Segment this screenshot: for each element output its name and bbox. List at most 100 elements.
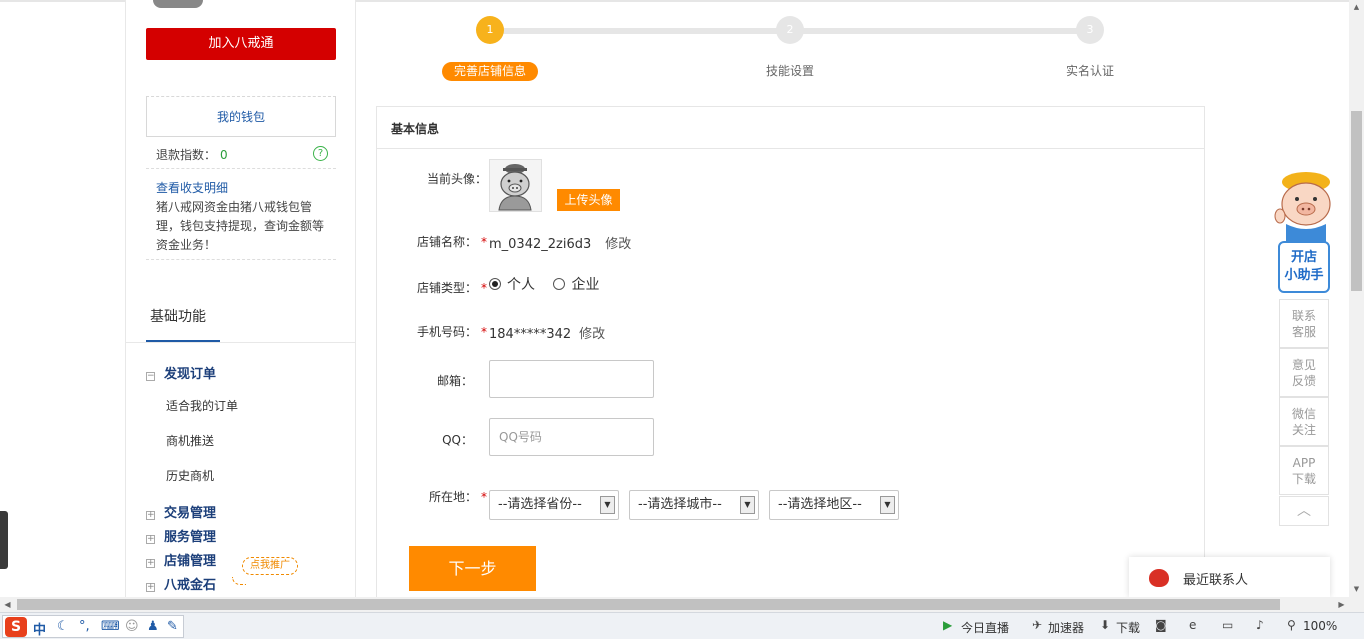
accelerator-icon[interactable]: ✈	[1032, 618, 1042, 632]
shop-assistant-button[interactable]: 开店 小助手	[1278, 241, 1330, 293]
contact-avatar-icon	[1149, 569, 1169, 587]
zoom-icon[interactable]: ⚲	[1287, 618, 1296, 632]
vertical-scrollbar[interactable]: ▲ ▼	[1349, 0, 1364, 597]
menu-group-discover-orders[interactable]: − 发现订单	[146, 363, 216, 382]
next-step-button[interactable]: 下一步	[409, 546, 536, 591]
refund-index-value: 0	[220, 148, 228, 162]
volume-icon[interactable]: ♪	[1256, 618, 1264, 632]
collapse-icon[interactable]: −	[146, 372, 155, 381]
wallet-description: 猪八戒网资金由猪八戒钱包管理，钱包支持提现，查询金额等资金业务！	[156, 200, 325, 252]
today-live-link[interactable]: 今日直播	[961, 619, 1009, 636]
accelerator-link[interactable]: 加速器	[1048, 619, 1084, 636]
step-1-label: 完善店铺信息	[442, 62, 538, 81]
vertical-scroll-thumb[interactable]	[1351, 111, 1362, 291]
menu-group-service-management[interactable]: + 服务管理	[146, 526, 216, 545]
customer-service-tab[interactable]: 联系 客服	[1279, 299, 1329, 348]
help-icon[interactable]: ?	[313, 146, 328, 161]
divider	[146, 259, 336, 260]
recent-contacts-label: 最近联系人	[1183, 573, 1249, 588]
divider	[126, 342, 355, 343]
phone-row: 184*****342 修改	[489, 323, 605, 342]
radio-checked-icon	[489, 278, 501, 290]
district-select[interactable]: --请选择地区-- ▼	[769, 490, 899, 520]
user-icon[interactable]: ☺	[125, 619, 139, 634]
basic-info-panel: 基本信息 当前头像： 上传头像 店铺名称： * m_0342_2zi6d3 修改 店…	[376, 106, 1205, 606]
qq-input[interactable]	[489, 418, 654, 456]
step-3-label: 实名认证	[1065, 64, 1114, 78]
live-play-icon[interactable]: ▶	[943, 618, 952, 632]
left-sidebar: 加入八戒通 我的钱包 退款指数： 0 ? 查看收支明细 猪八戒网资金由猪八戒钱包管…	[125, 0, 356, 597]
scroll-right-icon[interactable]: ▶	[1334, 597, 1349, 612]
expand-icon[interactable]: +	[146, 535, 155, 544]
refund-index-row: 退款指数： 0 ?	[156, 146, 328, 162]
dropdown-arrow-icon: ▼	[880, 496, 895, 514]
qq-label: QQ：	[442, 433, 473, 447]
left-edge-handle[interactable]	[0, 511, 8, 569]
upload-avatar-button[interactable]: 上传头像	[557, 189, 620, 211]
join-bajietong-button[interactable]: 加入八戒通	[146, 28, 336, 60]
recent-contacts-widget[interactable]: 最近联系人	[1129, 557, 1330, 597]
wechat-follow-tab[interactable]: 微信 关注	[1279, 397, 1329, 446]
dropdown-arrow-icon: ▼	[740, 496, 755, 514]
feedback-tab[interactable]: 意见 反馈	[1279, 348, 1329, 397]
scroll-up-icon[interactable]: ▲	[1349, 0, 1364, 15]
email-input[interactable]	[489, 360, 654, 398]
download-link[interactable]: 下载	[1116, 619, 1140, 636]
phone-label: 手机号码： *	[416, 325, 487, 339]
panel-header: 基本信息	[377, 107, 1204, 149]
expand-icon[interactable]: +	[146, 511, 155, 520]
menu-item-opportunity-push[interactable]: 商机推送	[166, 432, 214, 449]
page: 加入八戒通 我的钱包 退款指数： 0 ? 查看收支明细 猪八戒网资金由猪八戒钱包管…	[0, 0, 1364, 639]
shop-type-options: 个人 企业	[489, 274, 599, 294]
step-2-label: 技能设置	[765, 64, 814, 78]
province-select[interactable]: --请选择省份-- ▼	[489, 490, 619, 520]
menu-item-history-opportunities[interactable]: 历史商机	[166, 467, 214, 484]
ime-toolbar[interactable]: S 中 ☾ °, ⌨ ☺ ♟ ✎	[2, 615, 184, 638]
menu-group-shop-management[interactable]: + 店铺管理	[146, 550, 216, 569]
scroll-down-icon[interactable]: ▼	[1349, 582, 1364, 597]
promo-badge[interactable]: 点我推广	[242, 557, 298, 575]
sogou-ime-icon[interactable]: S	[5, 617, 27, 637]
avatar-label: 当前头像：	[426, 172, 487, 186]
shop-type-label: 店铺类型： *	[416, 281, 487, 295]
view-transactions-link[interactable]: 查看收支明细	[156, 179, 228, 196]
edit-phone-link[interactable]: 修改	[579, 327, 605, 342]
step-2-circle: 2	[776, 16, 804, 44]
half-width-icon[interactable]: ☾	[57, 619, 69, 634]
step-1-circle: 1	[476, 16, 504, 44]
email-label: 邮箱：	[436, 374, 473, 388]
scroll-left-icon[interactable]: ◀	[0, 597, 15, 612]
my-wallet-link[interactable]: 我的钱包	[146, 96, 336, 137]
expand-icon[interactable]: +	[146, 559, 155, 568]
phone-value: 184*****342	[489, 327, 572, 342]
promo-badge-tail	[232, 577, 246, 585]
basic-functions-title: 基础功能	[150, 309, 206, 325]
punctuation-icon[interactable]: °,	[79, 619, 90, 634]
zoom-level[interactable]: 100%	[1303, 619, 1337, 633]
expand-icon[interactable]: +	[146, 583, 155, 592]
divider	[146, 168, 336, 169]
horizontal-scrollbar[interactable]: ◀ ▶	[0, 597, 1349, 612]
mask-icon[interactable]: ◙	[1155, 618, 1167, 632]
app-download-tab[interactable]: APP 下载	[1279, 446, 1329, 495]
user-avatar[interactable]	[153, 0, 203, 8]
shop-type-personal-radio[interactable]: 个人	[489, 277, 535, 293]
city-select[interactable]: --请选择城市-- ▼	[629, 490, 759, 520]
ime-mode-toggle[interactable]: 中	[33, 619, 46, 638]
shop-type-company-radio[interactable]: 企业	[553, 277, 599, 293]
edit-shop-name-link[interactable]: 修改	[605, 237, 631, 252]
shop-name-label: 店铺名称： *	[416, 235, 487, 249]
skin-icon[interactable]: ♟	[147, 619, 159, 634]
back-to-top-button[interactable]: ︿	[1279, 496, 1329, 526]
download-icon[interactable]: ⬇	[1100, 618, 1110, 632]
step-3-circle: 3	[1076, 16, 1104, 44]
menu-group-bajie-jinshi[interactable]: + 八戒金石	[146, 574, 216, 593]
screen-icon[interactable]: ▭	[1222, 618, 1233, 632]
tools-icon[interactable]: ✎	[167, 619, 178, 634]
panel-title: 基本信息	[391, 122, 440, 136]
menu-group-trade-management[interactable]: + 交易管理	[146, 502, 216, 521]
horizontal-scroll-thumb[interactable]	[17, 599, 1280, 610]
menu-item-matching-orders[interactable]: 适合我的订单	[166, 397, 238, 414]
ie-icon[interactable]: e	[1189, 618, 1196, 632]
keyboard-icon[interactable]: ⌨	[101, 619, 120, 634]
